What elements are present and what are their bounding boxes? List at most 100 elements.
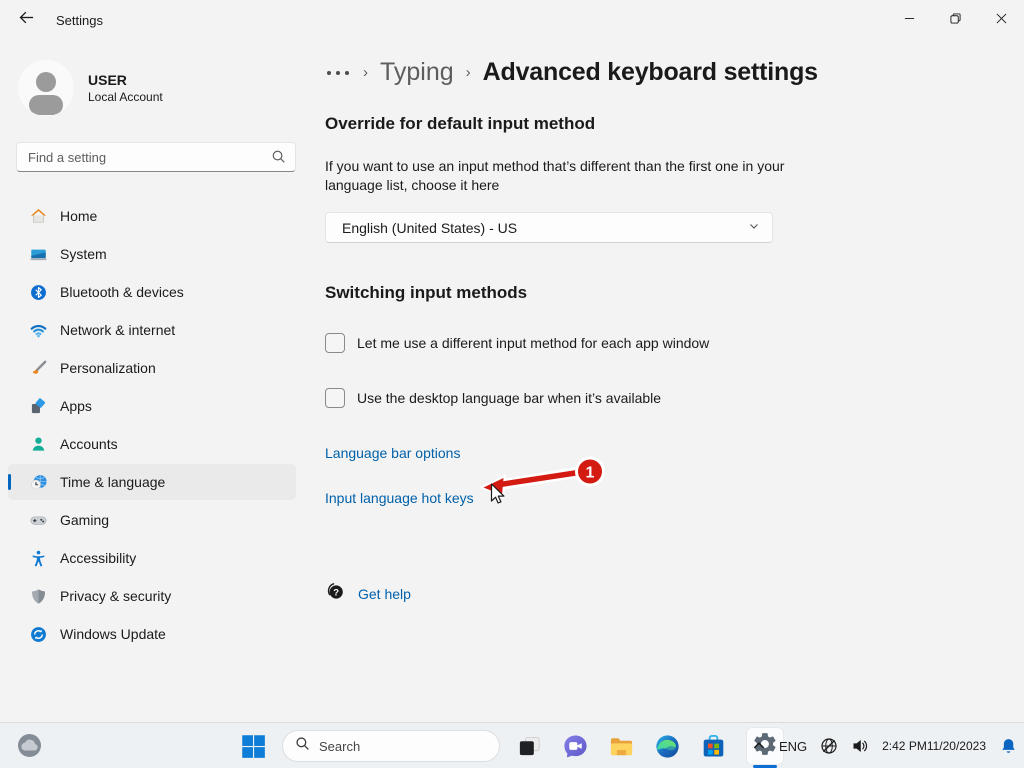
tray-clock[interactable]: 2:42 PM 11/20/2023 — [882, 739, 986, 754]
privacy-icon — [30, 588, 47, 605]
sidebar-item-gaming[interactable]: Gaming — [8, 502, 296, 538]
get-help-icon: ? — [325, 581, 345, 606]
per-app-input-checkbox[interactable] — [325, 333, 345, 353]
sidebar-nav: Home System Bluetooth & devices Network … — [0, 198, 316, 652]
sidebar-item-network[interactable]: Network & internet — [8, 312, 296, 348]
main-content: › Typing › Advanced keyboard settings Ov… — [316, 40, 1024, 722]
breadcrumb-parent[interactable]: Typing — [380, 58, 454, 87]
accessibility-icon — [30, 550, 47, 567]
sidebar-item-label: Time & language — [60, 474, 165, 490]
get-help-row: ? Get help — [325, 581, 984, 606]
bluetooth-icon — [30, 284, 47, 301]
sidebar-item-time-language[interactable]: Time & language — [8, 464, 296, 500]
system-icon — [30, 246, 47, 263]
taskbar-center — [240, 723, 784, 768]
checkbox-label: Use the desktop language bar when it’s a… — [357, 390, 661, 406]
gaming-icon — [30, 512, 47, 529]
settings-search — [16, 142, 296, 172]
get-help-link[interactable]: Get help — [358, 586, 411, 602]
network-icon — [30, 322, 47, 339]
titlebar: Settings — [0, 0, 1024, 40]
sidebar-item-label: Home — [60, 208, 97, 224]
user-account-type: Local Account — [88, 90, 163, 104]
tray-chevron-up-icon[interactable] — [752, 739, 766, 753]
sidebar-item-windows-update[interactable]: Windows Update — [8, 616, 296, 652]
checkbox-row-per-app-input: Let me use a different input method for … — [325, 333, 984, 353]
no-internet-globe-icon[interactable] — [820, 737, 838, 755]
sidebar-item-label: Accessibility — [60, 550, 136, 566]
taskbar: ENG 2:42 PM 11/20/2023 — [0, 722, 1024, 768]
personalization-icon — [30, 360, 47, 377]
tray-time: 2:42 PM — [882, 739, 927, 754]
sidebar-item-label: Bluetooth & devices — [60, 284, 184, 300]
sidebar-item-label: Personalization — [60, 360, 156, 376]
apps-icon — [30, 398, 47, 415]
sidebar-item-personalization[interactable]: Personalization — [8, 350, 296, 386]
tray-date: 11/20/2023 — [927, 739, 986, 754]
window-title: Settings — [56, 13, 103, 28]
window-controls — [886, 0, 1024, 40]
breadcrumb: › Typing › Advanced keyboard settings — [325, 58, 984, 87]
close-icon — [996, 11, 1007, 29]
chat-icon[interactable] — [562, 733, 588, 759]
start-button[interactable] — [240, 733, 266, 759]
search-icon — [271, 149, 286, 169]
notification-bell-icon[interactable] — [999, 737, 1018, 756]
taskbar-search[interactable] — [282, 730, 500, 762]
windows-update-icon — [30, 626, 47, 643]
minimize-icon — [904, 11, 915, 29]
checkbox-label: Let me use a different input method for … — [357, 335, 709, 351]
switching-section-heading: Switching input methods — [325, 283, 984, 303]
sidebar-item-label: Privacy & security — [60, 588, 171, 604]
sidebar-item-apps[interactable]: Apps — [8, 388, 296, 424]
sidebar-item-accessibility[interactable]: Accessibility — [8, 540, 296, 576]
user-avatar — [18, 60, 74, 116]
sidebar: USER Local Account Home System Bluetooth… — [0, 40, 316, 722]
sidebar-item-system[interactable]: System — [8, 236, 296, 272]
search-icon — [295, 736, 310, 756]
desktop-language-bar-checkbox[interactable] — [325, 388, 345, 408]
checkbox-row-desktop-language-bar: Use the desktop language bar when it’s a… — [325, 388, 984, 408]
sidebar-item-label: Windows Update — [60, 626, 166, 642]
home-icon — [30, 208, 47, 225]
user-profile[interactable]: USER Local Account — [18, 60, 316, 116]
language-bar-options-link[interactable]: Language bar options — [325, 445, 460, 461]
input-language-hot-keys-link[interactable]: Input language hot keys — [325, 490, 474, 506]
restore-icon — [950, 11, 961, 29]
time-language-icon — [30, 474, 47, 491]
sidebar-item-home[interactable]: Home — [8, 198, 296, 234]
override-section-heading: Override for default input method — [325, 114, 984, 134]
page-title: Advanced keyboard settings — [483, 58, 818, 87]
sidebar-item-label: Accounts — [60, 436, 118, 452]
sidebar-item-label: Network & internet — [60, 322, 175, 338]
sidebar-item-label: System — [60, 246, 107, 262]
file-explorer-icon[interactable] — [608, 733, 634, 759]
weather-widget-icon[interactable] — [16, 732, 43, 759]
override-description: If you want to use an input method that’… — [325, 157, 785, 195]
tray-language-indicator[interactable]: ENG — [779, 739, 807, 754]
close-button[interactable] — [978, 0, 1024, 40]
store-icon[interactable] — [700, 733, 726, 759]
user-name: USER — [88, 72, 163, 88]
breadcrumb-ellipsis[interactable] — [325, 67, 351, 79]
sidebar-item-privacy[interactable]: Privacy & security — [8, 578, 296, 614]
edge-icon[interactable] — [654, 733, 680, 759]
back-arrow-icon — [19, 10, 34, 30]
back-button[interactable] — [6, 3, 46, 37]
task-view-button[interactable] — [516, 733, 542, 759]
accounts-icon — [30, 436, 47, 453]
system-tray: ENG 2:42 PM 11/20/2023 — [752, 723, 1018, 768]
svg-text:?: ? — [333, 588, 339, 599]
sidebar-item-label: Apps — [60, 398, 92, 414]
taskbar-search-input[interactable] — [319, 739, 479, 754]
minimize-button[interactable] — [886, 0, 932, 40]
restore-button[interactable] — [932, 0, 978, 40]
sidebar-item-bluetooth[interactable]: Bluetooth & devices — [8, 274, 296, 310]
speaker-icon[interactable] — [851, 737, 869, 755]
chevron-right-icon: › — [466, 64, 471, 81]
sidebar-item-accounts[interactable]: Accounts — [8, 426, 296, 462]
chevron-down-icon — [748, 219, 760, 237]
input-method-dropdown[interactable]: English (United States) - US — [325, 212, 773, 243]
chevron-right-icon: › — [363, 64, 368, 81]
search-input[interactable] — [16, 142, 296, 172]
